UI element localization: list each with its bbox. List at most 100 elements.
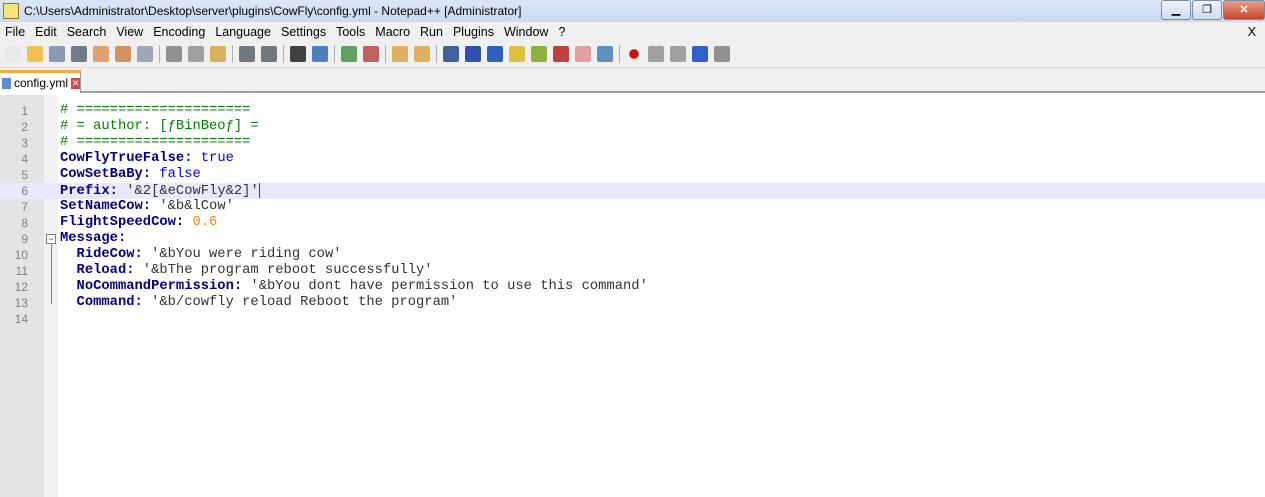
tab-label: config.yml bbox=[13, 76, 69, 90]
line-number: 10 bbox=[14, 248, 28, 262]
folder-workspace-icon[interactable] bbox=[575, 46, 591, 62]
menu-file[interactable]: File bbox=[0, 25, 30, 39]
menu-search[interactable]: Search bbox=[62, 25, 112, 39]
menu-run[interactable]: Run bbox=[415, 25, 448, 39]
copy-icon[interactable] bbox=[188, 46, 204, 62]
token-str: '&bThe program reboot successfully' bbox=[134, 263, 433, 278]
line-number: 2 bbox=[21, 120, 28, 134]
line-number: 8 bbox=[21, 216, 28, 230]
token-key: CowSetBaBy: bbox=[60, 167, 152, 182]
toolbar-separator bbox=[436, 45, 437, 63]
print-icon[interactable] bbox=[137, 46, 153, 62]
indent-guide-icon[interactable] bbox=[487, 46, 503, 62]
line-number: 13 bbox=[14, 296, 28, 310]
code-line: 14 bbox=[0, 311, 1265, 327]
token-cm: # = author: [ƒBinBeoƒ] = bbox=[60, 119, 259, 134]
menu-edit[interactable]: Edit bbox=[30, 25, 62, 39]
line-number: 1 bbox=[21, 104, 28, 118]
new-icon[interactable] bbox=[5, 46, 21, 62]
token-bool: false bbox=[151, 167, 201, 182]
tab-config-yml[interactable]: config.yml ✕ bbox=[0, 70, 81, 93]
code-line: 13 Command: '&b/cowfly reload Reboot the… bbox=[0, 295, 1265, 311]
monitor-icon[interactable] bbox=[597, 46, 613, 62]
code-line: 4 CowFlyTrueFalse: true bbox=[0, 151, 1265, 167]
record-icon[interactable] bbox=[629, 49, 639, 59]
open-icon[interactable] bbox=[27, 46, 43, 62]
menu-settings[interactable]: Settings bbox=[276, 25, 331, 39]
toolbar-separator bbox=[619, 45, 620, 63]
menu-window[interactable]: Window bbox=[499, 25, 553, 39]
code-text: NoCommandPermission: '&bYou dont have pe… bbox=[60, 279, 648, 295]
line-number: 9 bbox=[21, 232, 28, 246]
tab-bar: config.yml ✕ bbox=[0, 68, 1265, 93]
fold-toggle-icon[interactable]: − bbox=[46, 234, 56, 244]
cut-icon[interactable] bbox=[166, 46, 182, 62]
redo-icon[interactable] bbox=[261, 46, 277, 62]
token-key: RideCow: bbox=[60, 247, 143, 262]
show-all-icon[interactable] bbox=[465, 46, 481, 62]
minimize-button[interactable]: ▁ bbox=[1161, 0, 1191, 20]
sync-h-icon[interactable] bbox=[414, 46, 430, 62]
fold-line bbox=[51, 244, 52, 304]
code-line: 10 RideCow: '&bYou were riding cow' bbox=[0, 247, 1265, 263]
token-key: Prefix: bbox=[60, 184, 118, 200]
zoom-in-icon[interactable] bbox=[341, 46, 357, 62]
paste-icon[interactable] bbox=[210, 46, 226, 62]
menu-encoding[interactable]: Encoding bbox=[148, 25, 210, 39]
udl-icon[interactable] bbox=[509, 46, 525, 62]
code-text: FlightSpeedCow: 0.6 bbox=[60, 215, 217, 231]
code-line: 6 Prefix: '&2[&eCowFly&2]' bbox=[0, 183, 1265, 199]
sync-v-icon[interactable] bbox=[392, 46, 408, 62]
play-multi-icon[interactable] bbox=[692, 46, 708, 62]
token-cm: # ===================== bbox=[60, 103, 251, 118]
toolbar-separator bbox=[232, 45, 233, 63]
zoom-out-icon[interactable] bbox=[363, 46, 379, 62]
menu-plugins[interactable]: Plugins bbox=[448, 25, 499, 39]
close-all-icon[interactable] bbox=[115, 46, 131, 62]
play-icon[interactable] bbox=[670, 46, 686, 62]
wrap-icon[interactable] bbox=[443, 46, 459, 62]
notepad-app-icon bbox=[3, 3, 19, 19]
tab-close-icon[interactable]: ✕ bbox=[71, 77, 80, 89]
token-str: '&bYou were riding cow' bbox=[142, 247, 342, 262]
line-number: 5 bbox=[21, 168, 28, 182]
text-caret bbox=[258, 183, 260, 198]
find-icon[interactable] bbox=[290, 46, 306, 62]
token-bool: true bbox=[192, 151, 234, 166]
function-list-icon[interactable] bbox=[553, 46, 569, 62]
token-key: NoCommandPermission: bbox=[60, 279, 243, 294]
menu-language[interactable]: Language bbox=[210, 25, 276, 39]
toolbar-separator bbox=[159, 45, 160, 63]
menu-macro[interactable]: Macro bbox=[370, 25, 415, 39]
code-text: SetNameCow: '&b&lCow' bbox=[60, 199, 234, 215]
line-number: 11 bbox=[15, 264, 28, 278]
line-number: 7 bbox=[21, 200, 28, 214]
menu-help[interactable]: ? bbox=[553, 25, 570, 39]
code-line: 11 Reload: '&bThe program reboot success… bbox=[0, 263, 1265, 279]
save-icon[interactable] bbox=[49, 46, 65, 62]
replace-icon[interactable] bbox=[312, 46, 328, 62]
close-icon[interactable] bbox=[93, 46, 109, 62]
title-bar: C:\Users\Administrator\Desktop\server\pl… bbox=[0, 0, 1265, 22]
doc-map-icon[interactable] bbox=[531, 46, 547, 62]
close-button[interactable]: ✕ bbox=[1223, 0, 1265, 20]
line-number: 14 bbox=[14, 312, 28, 326]
line-number: 12 bbox=[14, 280, 28, 294]
code-line: 5 CowSetBaBy: false bbox=[0, 167, 1265, 183]
editor[interactable]: 1 # ===================== 2 # = author: [ƒB… bbox=[0, 95, 1265, 497]
save-all-icon[interactable] bbox=[71, 46, 87, 62]
close-document-button[interactable]: X bbox=[1248, 25, 1262, 39]
code-line: 8 FlightSpeedCow: 0.6 bbox=[0, 215, 1265, 231]
toolbar-separator bbox=[334, 45, 335, 63]
token-key: Command: bbox=[60, 295, 143, 310]
menu-tools[interactable]: Tools bbox=[331, 25, 370, 39]
token-key: Message: bbox=[60, 231, 127, 246]
code-line: 2 # = author: [ƒBinBeoƒ] = bbox=[0, 119, 1265, 135]
menu-view[interactable]: View bbox=[111, 25, 148, 39]
stop-icon[interactable] bbox=[648, 46, 664, 62]
restore-button[interactable]: ❐ bbox=[1192, 0, 1222, 20]
undo-icon[interactable] bbox=[239, 46, 255, 62]
save-macro-icon[interactable] bbox=[714, 46, 730, 62]
code-text: CowSetBaBy: false bbox=[60, 167, 201, 183]
file-saved-icon bbox=[2, 77, 11, 89]
